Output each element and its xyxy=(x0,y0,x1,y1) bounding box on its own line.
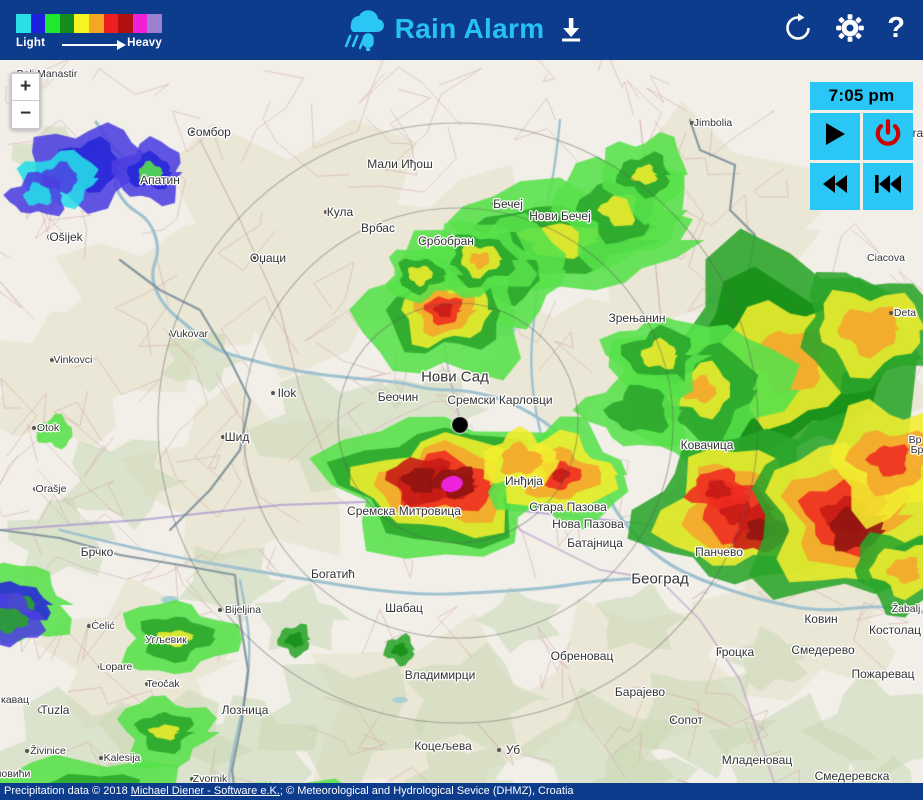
map-city-dot xyxy=(189,777,194,781)
gear-icon[interactable] xyxy=(835,13,865,43)
refresh-icon[interactable] xyxy=(783,13,813,43)
map-container[interactable]: Beli Manastir Сомбор Мали Иђош Апатин Кула Вр… xyxy=(0,60,923,800)
playback-buttons xyxy=(810,113,913,210)
legend-swatch-3 xyxy=(59,14,75,33)
map-city-dot xyxy=(271,391,275,395)
map-city-dot xyxy=(492,202,496,206)
legend-labels: Light Heavy xyxy=(16,35,162,53)
play-icon xyxy=(821,120,849,153)
skip-to-start-icon xyxy=(873,171,903,202)
rain-alarm-app: Light Heavy Rain Alarm ? Beli Manastir С… xyxy=(0,0,923,800)
header-actions: ? xyxy=(783,13,905,43)
legend-swatch-8 xyxy=(132,14,148,33)
legend-swatch-7 xyxy=(118,14,133,33)
map-city-dot xyxy=(324,210,328,214)
map-city-dot xyxy=(872,628,877,632)
skip-back-button[interactable] xyxy=(863,163,913,210)
time-display: 7:05 pm xyxy=(810,82,913,110)
map-city-dot xyxy=(729,758,733,762)
map-city-dot xyxy=(142,178,147,182)
map-city-dot xyxy=(224,708,229,712)
map-city-dot xyxy=(556,654,561,658)
map-city-dot xyxy=(865,256,870,260)
map-city-dot xyxy=(217,608,222,612)
map-city-dot xyxy=(380,395,385,399)
download-icon[interactable] xyxy=(558,15,584,43)
map-city-dot xyxy=(717,650,722,654)
map-city-dot xyxy=(191,130,196,134)
legend-swatch-5 xyxy=(88,14,104,33)
map-city-dot xyxy=(697,549,704,555)
legend-swatch-4 xyxy=(74,14,89,33)
map-city-dot xyxy=(168,332,173,336)
footer-text-after: ; © Meteorological and Hydrological Sevi… xyxy=(279,785,574,797)
app-title: Rain Alarm xyxy=(394,13,545,44)
map-city-dot xyxy=(221,435,225,439)
map-city-dot xyxy=(252,256,256,260)
power-button[interactable] xyxy=(863,113,913,160)
map-city-dot xyxy=(532,214,536,218)
map-city-dot xyxy=(87,624,91,628)
map-city-dot xyxy=(32,426,36,430)
map-city-dot xyxy=(617,690,622,694)
map-city-dot xyxy=(145,638,150,642)
map-city-dot xyxy=(412,673,416,677)
map-city-dot xyxy=(796,647,803,653)
map-city-dot xyxy=(98,665,103,669)
zoom-out-button[interactable]: − xyxy=(12,101,39,128)
legend-heavy-label: Heavy xyxy=(127,37,162,49)
map-city-dot xyxy=(356,508,363,514)
map-city-dot xyxy=(50,358,55,362)
map-city-dot xyxy=(81,550,85,554)
map-city-dot xyxy=(25,749,30,753)
map-city-dot xyxy=(388,606,392,610)
zoom-control: + − xyxy=(10,72,41,130)
map-city-dot xyxy=(420,744,425,748)
map-city-dot xyxy=(423,239,428,243)
legend-swatch-6 xyxy=(103,14,119,33)
question-mark-icon[interactable]: ? xyxy=(887,14,905,43)
zoom-in-button[interactable]: + xyxy=(12,74,39,101)
map-city-dot xyxy=(534,505,539,509)
legend-swatch-1 xyxy=(30,14,46,33)
map-city-dot xyxy=(312,572,317,576)
app-header: Light Heavy Rain Alarm ? xyxy=(0,0,923,60)
map-city-dot xyxy=(557,522,562,526)
map-city-dot xyxy=(889,311,893,315)
map-city-dot xyxy=(690,121,695,125)
arrow-right-icon xyxy=(62,40,126,50)
playback-panel: 7:05 pm xyxy=(810,82,913,210)
map-city-dot xyxy=(613,315,620,321)
legend-color-bar xyxy=(16,14,162,33)
rewind-icon xyxy=(820,171,850,202)
rewind-button[interactable] xyxy=(810,163,860,210)
map-tiles xyxy=(0,60,923,800)
power-icon xyxy=(873,119,903,154)
legend-swatch-9 xyxy=(147,14,162,33)
footer-vendor-link[interactable]: Michael Diener - Software e.K. xyxy=(131,785,280,797)
map-city-dot xyxy=(569,541,574,545)
map-city-dot xyxy=(47,234,54,240)
app-footer: Precipitation data © 2018 Michael Diener… xyxy=(0,783,923,800)
map-city-dot xyxy=(857,672,862,676)
play-button[interactable] xyxy=(810,113,860,160)
cloud-rain-bell-icon xyxy=(339,7,385,51)
footer-text-before: Precipitation data © 2018 xyxy=(4,785,131,797)
legend-swatch-0 xyxy=(16,14,31,33)
map-city-dot xyxy=(374,162,379,166)
legend-swatch-2 xyxy=(45,14,60,33)
map-city-dot xyxy=(805,617,809,621)
legend-light-label: Light xyxy=(16,37,46,49)
map-city-dot xyxy=(38,707,44,713)
map-city-dot xyxy=(99,756,104,760)
map-city-dot xyxy=(497,748,501,752)
brand: Rain Alarm xyxy=(339,7,585,51)
map-city-dot xyxy=(431,374,438,380)
map-city-dot xyxy=(670,718,674,722)
precipitation-legend: Light Heavy xyxy=(16,14,162,53)
map-city-dot xyxy=(33,487,38,491)
map-city-dot xyxy=(145,682,150,686)
map-city-dot xyxy=(362,226,366,230)
